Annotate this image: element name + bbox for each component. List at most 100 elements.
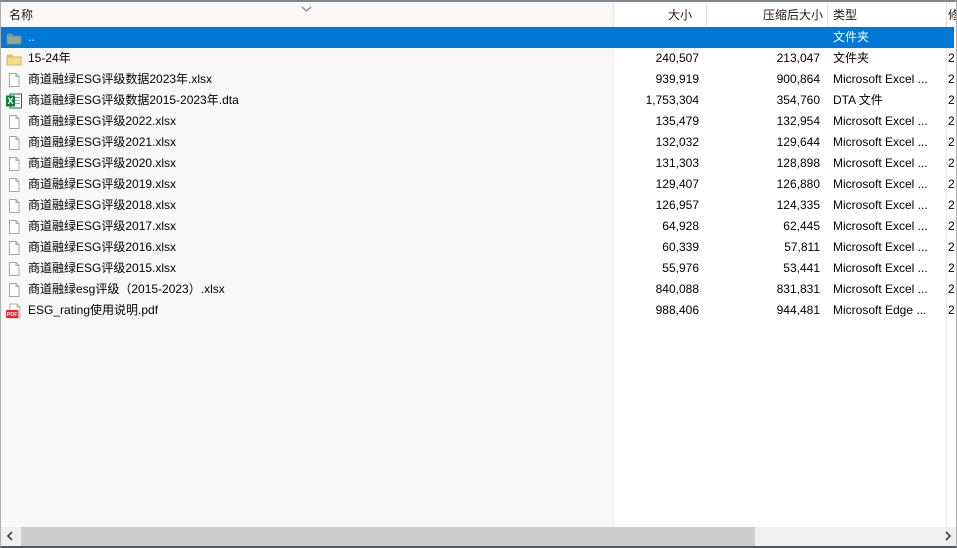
file-type: DTA 文件: [833, 93, 883, 107]
file-packed-size: 129,644: [776, 135, 820, 149]
chevron-left-icon: [6, 530, 14, 544]
file-size: 840,088: [655, 282, 699, 296]
file-modified-partial: 2: [948, 303, 955, 317]
file-row[interactable]: 商道融绿ESG评级2020.xlsx 131,303 128,898 Micro…: [1, 153, 956, 174]
header-separator: [946, 3, 947, 26]
file-icon: [6, 198, 22, 214]
scroll-right-button[interactable]: [939, 527, 956, 546]
file-size: 126,957: [655, 198, 699, 212]
file-modified-partial: 2: [948, 261, 955, 275]
file-list: 名称 大小 压缩后大小 类型 修 .. 文件夹 15-24年 240,: [1, 2, 956, 527]
file-modified-partial: 2: [948, 240, 955, 254]
file-name: 商道融绿ESG评级2022.xlsx: [28, 114, 177, 128]
column-header-size[interactable]: 大小: [613, 2, 706, 27]
file-type: Microsoft Excel ...: [833, 177, 928, 191]
file-size: 135,479: [655, 114, 699, 128]
file-packed-size: 354,760: [776, 93, 820, 107]
file-icon: [6, 156, 22, 172]
pdf-file-icon: PDF: [6, 303, 22, 319]
svg-text:X: X: [7, 96, 13, 106]
file-packed-size: 128,898: [776, 156, 820, 170]
file-row[interactable]: 商道融绿ESG评级数据2023年.xlsx 939,919 900,864 Mi…: [1, 69, 956, 90]
file-packed-size: 126,880: [776, 177, 820, 191]
file-modified-partial: 2: [948, 198, 955, 212]
horizontal-scrollbar[interactable]: [1, 527, 956, 546]
column-header-modified[interactable]: 修: [946, 2, 956, 27]
file-modified-partial: 2: [948, 114, 955, 128]
scrollbar-thumb[interactable]: [21, 527, 755, 546]
file-row[interactable]: PDF ESG_rating使用说明.pdf 988,406 944,481 M…: [1, 300, 956, 321]
file-modified-partial: 2: [948, 219, 955, 233]
file-row[interactable]: 商道融绿ESG评级2017.xlsx 64,928 62,445 Microso…: [1, 216, 956, 237]
file-size: 939,919: [655, 72, 699, 86]
file-size: 55,976: [662, 261, 699, 275]
file-modified-partial: 2: [948, 51, 955, 65]
header-separator: [706, 3, 707, 26]
column-header-packed[interactable]: 压缩后大小: [706, 2, 827, 27]
file-row[interactable]: 商道融绿ESG评级2022.xlsx 135,479 132,954 Micro…: [1, 111, 956, 132]
file-type: Microsoft Excel ...: [833, 135, 928, 149]
file-type: 文件夹: [833, 30, 870, 44]
file-size: 64,928: [662, 219, 699, 233]
file-icon: [6, 219, 22, 235]
file-row[interactable]: 15-24年 240,507 213,047 文件夹 2: [1, 48, 956, 69]
file-type: Microsoft Excel ...: [833, 240, 928, 254]
file-packed-size: 53,441: [783, 261, 820, 275]
file-packed-size: 132,954: [776, 114, 820, 128]
file-row[interactable]: .. 文件夹: [1, 27, 956, 48]
file-size: 240,507: [655, 51, 699, 65]
header-separator: [827, 3, 828, 26]
file-name: 商道融绿ESG评级数据2015-2023年.dta: [28, 93, 239, 107]
file-row[interactable]: 商道融绿ESG评级2018.xlsx 126,957 124,335 Micro…: [1, 195, 956, 216]
file-packed-size: 57,811: [784, 240, 820, 254]
file-name: 商道融绿ESG评级2019.xlsx: [28, 177, 177, 191]
file-modified-partial: 2: [948, 156, 955, 170]
file-icon: [6, 282, 22, 298]
file-modified-partial: [946, 27, 956, 48]
file-size: 988,406: [655, 303, 699, 317]
file-modified-partial: 2: [948, 72, 955, 86]
file-type: Microsoft Excel ...: [833, 219, 928, 233]
file-name: 商道融绿ESG评级2015.xlsx: [28, 261, 177, 275]
file-name: 商道融绿esg评级（2015-2023）.xlsx: [28, 282, 225, 296]
file-size: 132,032: [655, 135, 699, 149]
file-icon: [6, 114, 22, 130]
file-packed-size: 944,481: [776, 303, 820, 317]
file-name: ..: [28, 30, 35, 44]
column-header-type[interactable]: 类型: [827, 2, 946, 27]
scroll-left-button[interactable]: [1, 527, 18, 546]
file-icon: [6, 72, 22, 88]
file-row[interactable]: X 商道融绿ESG评级数据2015-2023年.dta 1,753,304 35…: [1, 90, 956, 111]
file-packed-size: 831,831: [776, 282, 820, 296]
file-size: 129,407: [655, 177, 699, 191]
file-icon: [6, 240, 22, 256]
archive-file-list-window: 名称 大小 压缩后大小 类型 修 .. 文件夹 15-24年 240,: [0, 0, 957, 548]
file-packed-size: 124,335: [776, 198, 820, 212]
header-separator: [613, 3, 614, 26]
file-icon: [6, 261, 22, 277]
file-row[interactable]: 商道融绿ESG评级2016.xlsx 60,339 57,811 Microso…: [1, 237, 956, 258]
file-size: [613, 27, 706, 48]
file-type: Microsoft Excel ...: [833, 261, 928, 275]
file-type: Microsoft Edge ...: [833, 303, 927, 317]
file-name: 商道融绿ESG评级2021.xlsx: [28, 135, 177, 149]
file-row[interactable]: 商道融绿ESG评级2021.xlsx 132,032 129,644 Micro…: [1, 132, 956, 153]
file-icon: [6, 135, 22, 151]
file-type: Microsoft Excel ...: [833, 72, 928, 86]
file-packed-size: 213,047: [776, 51, 820, 65]
file-icon: [6, 177, 22, 193]
file-row[interactable]: 商道融绿esg评级（2015-2023）.xlsx 840,088 831,83…: [1, 279, 956, 300]
file-name: 商道融绿ESG评级数据2023年.xlsx: [28, 72, 213, 86]
file-row[interactable]: 商道融绿ESG评级2019.xlsx 129,407 126,880 Micro…: [1, 174, 956, 195]
file-name: 15-24年: [28, 51, 71, 65]
file-name: 商道融绿ESG评级2017.xlsx: [28, 219, 177, 233]
file-row[interactable]: 商道融绿ESG评级2015.xlsx 55,976 53,441 Microso…: [1, 258, 956, 279]
scrollbar-track[interactable]: [18, 527, 939, 546]
file-type: Microsoft Excel ...: [833, 114, 928, 128]
chevron-down-icon: [301, 2, 315, 12]
file-packed-size: [706, 27, 827, 48]
file-modified-partial: 2: [948, 93, 955, 107]
file-packed-size: 62,445: [783, 219, 820, 233]
file-name: 商道融绿ESG评级2018.xlsx: [28, 198, 177, 212]
file-size: 1,753,304: [645, 93, 699, 107]
